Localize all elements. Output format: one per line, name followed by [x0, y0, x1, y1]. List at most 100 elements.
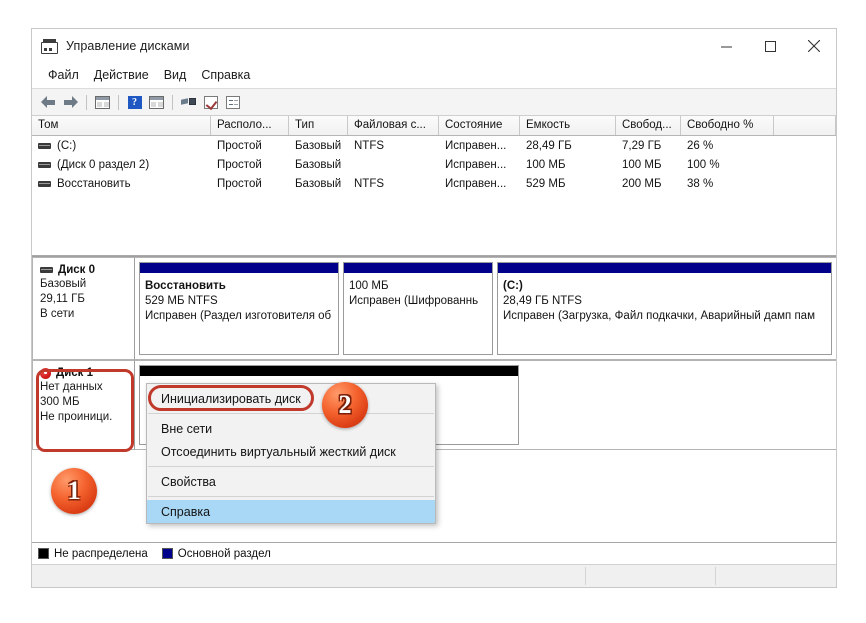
screenshot-root: Управление дисками Файл Действие Вид Спр… [0, 0, 866, 623]
window-title: Управление дисками [66, 39, 190, 53]
menu-view[interactable]: Вид [157, 66, 195, 85]
disk-name: Диск 0 [58, 264, 95, 276]
disk-info-0[interactable]: Диск 0 Базовый 29,11 ГБ В сети [32, 257, 135, 360]
toolbar-separator [86, 95, 87, 110]
rescan-disks-icon [181, 96, 196, 108]
cell-free: 7,29 ГБ [616, 140, 681, 152]
cell-filesystem: NTFS [348, 140, 439, 152]
legend-label: Не распределена [54, 548, 148, 560]
ctx-detach-vhd[interactable]: Отсоединить виртуальный жесткий диск [147, 440, 435, 463]
context-menu: Инициализировать диск Вне сети Отсоедини… [146, 383, 436, 524]
ctx-initialize-disk[interactable]: Инициализировать диск [147, 387, 435, 410]
window-controls [704, 29, 836, 63]
partition-color-bar [344, 263, 492, 273]
cell-free-percent: 26 % [681, 140, 774, 152]
legend-swatch-primary [162, 548, 173, 559]
maximize-button[interactable] [748, 29, 792, 63]
status-bar [32, 564, 836, 587]
check-button[interactable] [200, 92, 221, 112]
partition-size: 529 МБ NTFS [145, 294, 338, 309]
toolbar-separator [172, 95, 173, 110]
properties-button[interactable] [222, 92, 243, 112]
menu-file[interactable]: Файл [41, 66, 87, 85]
partition-recovery[interactable]: Восстановить 529 МБ NTFS Исправен (Разде… [139, 262, 339, 355]
show-hide-tree-icon [95, 96, 110, 109]
step-badge-2: 2 [322, 382, 368, 428]
disk-type: Нет данных [40, 380, 134, 395]
show-hide-tree-button[interactable] [92, 92, 113, 112]
ctx-help[interactable]: Справка [147, 500, 435, 523]
column-header-status[interactable]: Состояние [439, 116, 520, 135]
volume-icon [38, 143, 51, 149]
forward-button[interactable] [60, 92, 81, 112]
back-button[interactable] [38, 92, 59, 112]
cell-layout: Простой [211, 140, 289, 152]
partition-title: Восстановить [145, 279, 338, 294]
cell-layout: Простой [211, 178, 289, 190]
ctx-properties[interactable]: Свойства [147, 470, 435, 493]
partition-efi[interactable]: 100 МБ Исправен (Шифрованнь [343, 262, 493, 355]
show-action-pane-button[interactable] [146, 92, 167, 112]
column-header-filesystem[interactable]: Файловая с... [348, 116, 439, 135]
context-menu-separator [148, 496, 434, 497]
context-menu-separator [148, 413, 434, 414]
menu-action[interactable]: Действие [87, 66, 157, 85]
menu-bar: Файл Действие Вид Справка [32, 63, 836, 89]
cell-volume: (Диск 0 раздел 2) [57, 159, 149, 171]
disk-info-1[interactable]: Диск 1 Нет данных 300 МБ Не проиници. [32, 360, 135, 450]
partition-status: Исправен (Загрузка, Файл подкачки, Авари… [503, 309, 831, 324]
column-header-capacity[interactable]: Емкость [520, 116, 616, 135]
column-header-type[interactable]: Тип [289, 116, 348, 135]
column-header-free-percent[interactable]: Свободно % [681, 116, 774, 135]
cell-layout: Простой [211, 159, 289, 171]
ctx-offline[interactable]: Вне сети [147, 417, 435, 440]
menu-help[interactable]: Справка [194, 66, 258, 85]
partition-size: 100 МБ [349, 279, 492, 294]
table-row[interactable]: Восстановить Простой Базовый NTFS Исправ… [32, 174, 836, 193]
volume-table-header: Том Располо... Тип Файловая с... Состоян… [32, 116, 836, 136]
toolbar-separator [118, 95, 119, 110]
step-badge-2-number: 2 [339, 392, 352, 418]
legend-swatch-unallocated [38, 548, 49, 559]
cell-status: Исправен... [439, 140, 520, 152]
partition-c[interactable]: (C:) 28,49 ГБ NTFS Исправен (Загрузка, Ф… [497, 262, 832, 355]
volume-icon [38, 162, 51, 168]
partition-size: 28,49 ГБ NTFS [503, 294, 831, 309]
cell-free-percent: 100 % [681, 159, 774, 171]
column-header-empty[interactable] [774, 116, 836, 135]
check-icon [204, 96, 218, 109]
cell-capacity: 28,49 ГБ [520, 140, 616, 152]
title-bar: Управление дисками [32, 29, 836, 63]
partition-color-bar [140, 366, 518, 376]
partition-status: Исправен (Шифрованнь [349, 294, 492, 309]
minimize-button[interactable] [704, 29, 748, 63]
hard-disk-icon [40, 267, 53, 273]
forward-icon [63, 96, 78, 108]
column-header-layout[interactable]: Располо... [211, 116, 289, 135]
disk-state: В сети [40, 307, 134, 322]
column-header-free[interactable]: Свобод... [616, 116, 681, 135]
cell-volume: Восстановить [57, 178, 131, 190]
disk-state: Не проиници. [40, 410, 134, 425]
partition-status: Исправен (Раздел изготовителя об [145, 309, 338, 324]
disk-row-0[interactable]: Диск 0 Базовый 29,11 ГБ В сети Восстанов… [32, 257, 836, 360]
volume-icon [38, 181, 51, 187]
disk-size: 29,11 ГБ [40, 292, 134, 307]
cell-free-percent: 38 % [681, 178, 774, 190]
help-button[interactable]: ? [124, 92, 145, 112]
cell-capacity: 100 МБ [520, 159, 616, 171]
status-bar-cell-2 [586, 567, 716, 585]
table-row[interactable]: (Диск 0 раздел 2) Простой Базовый Исправ… [32, 155, 836, 174]
cell-status: Исправен... [439, 159, 520, 171]
rescan-disks-button[interactable] [178, 92, 199, 112]
properties-icon [226, 96, 240, 109]
step-badge-1: 1 [51, 468, 97, 514]
cell-type: Базовый [289, 159, 348, 171]
disk-management-icon [41, 39, 58, 54]
cell-filesystem: NTFS [348, 178, 439, 190]
volume-list-pane: Том Располо... Тип Файловая с... Состоян… [32, 116, 836, 256]
close-button[interactable] [792, 29, 836, 63]
table-row[interactable]: (C:) Простой Базовый NTFS Исправен... 28… [32, 136, 836, 155]
column-header-volume[interactable]: Том [32, 116, 211, 135]
legend-bar: Не распределена Основной раздел [32, 542, 836, 564]
